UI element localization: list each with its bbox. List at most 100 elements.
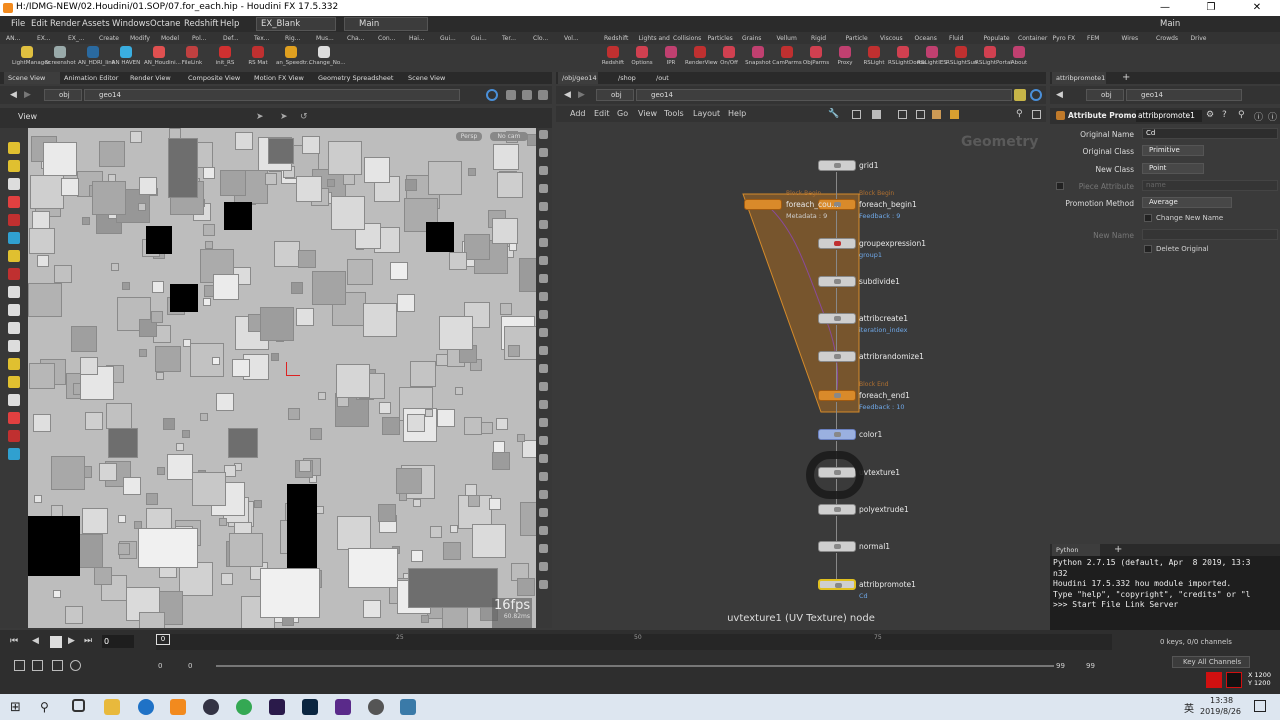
task-view-icon[interactable] <box>72 699 85 712</box>
node-subdivide1[interactable] <box>818 276 856 287</box>
frame-field[interactable]: 0 <box>102 635 134 648</box>
playhead[interactable]: 0 <box>156 634 170 645</box>
color-palette-icon[interactable] <box>932 110 941 119</box>
delete-original-checkbox[interactable] <box>1144 245 1152 253</box>
app-icon[interactable] <box>400 699 416 715</box>
viewport-tool-icon-2[interactable] <box>539 166 548 175</box>
shelf-tab-right-9[interactable]: Oceans <box>915 33 949 44</box>
shelf-tab-left-16[interactable]: Ter... <box>502 33 532 44</box>
snapshot-icon[interactable] <box>522 90 532 100</box>
jump-start-icon[interactable]: ⏮ <box>10 636 18 646</box>
net-settings-icon[interactable] <box>1032 110 1041 119</box>
select-arrow-icon[interactable]: ➤ <box>256 112 264 122</box>
tool-left-6[interactable]: init_RS <box>210 45 240 66</box>
new-class-select[interactable]: Point <box>1142 163 1204 174</box>
original-name-field[interactable]: Cd <box>1142 128 1278 139</box>
left-tool-icon-7[interactable] <box>8 268 20 280</box>
shelf-tab-left-14[interactable]: Gui... <box>440 33 470 44</box>
net-path-geo14[interactable]: geo14 <box>636 89 1012 101</box>
left-tab-2[interactable]: Render View <box>126 72 184 84</box>
photoshop-icon[interactable] <box>302 699 318 715</box>
promotion-method-select[interactable]: Average <box>1142 197 1232 208</box>
shelf-tab-left-1[interactable]: EX... <box>37 33 67 44</box>
viewport-tool-icon-10[interactable] <box>539 310 548 319</box>
viewport-tool-icon-14[interactable] <box>539 382 548 391</box>
viewport-tool-icon-9[interactable] <box>539 292 548 301</box>
menu-windows[interactable]: Windows <box>112 19 150 29</box>
left-tab-5[interactable]: Geometry Spreadsheet <box>314 72 404 84</box>
tool-left-4[interactable]: AN_Houdini... <box>144 45 181 66</box>
net-menu-help[interactable]: Help <box>728 109 746 118</box>
net-back-arrow-icon[interactable]: ◀ <box>564 90 571 100</box>
node-groupexpression1[interactable] <box>818 238 856 249</box>
realtime-icon[interactable] <box>14 660 25 671</box>
shelf-tab-left-5[interactable]: Model <box>161 33 191 44</box>
shelf-tab-right-7[interactable]: Particle Fl... <box>846 33 880 53</box>
left-tool-icon-2[interactable] <box>8 178 20 190</box>
search-parm-icon[interactable]: ⚲ <box>1238 110 1245 120</box>
jump-end-icon[interactable]: ⏭ <box>84 636 92 646</box>
shelf-tab-left-13[interactable]: Hai... <box>409 33 439 44</box>
node-color1[interactable] <box>818 429 856 440</box>
shelf-tab-right-15[interactable]: Wires <box>1122 33 1156 44</box>
net-tab-0[interactable]: /obj/geo14 <box>558 72 598 84</box>
viewport-tool-icon-3[interactable] <box>539 184 548 193</box>
maximize-button[interactable]: ❐ <box>1188 0 1234 16</box>
list-icon[interactable] <box>872 110 881 119</box>
file-explorer-icon[interactable] <box>104 699 120 715</box>
close-button[interactable]: ✕ <box>1234 0 1280 16</box>
add-tab-icon[interactable]: + <box>1122 72 1130 83</box>
help-book-icon[interactable]: ⓘ <box>1268 110 1277 123</box>
node-polyextrude1[interactable] <box>818 504 856 515</box>
tab-attribpromote1[interactable]: attribpromote1 <box>1052 72 1106 84</box>
viewport-tool-icon-6[interactable] <box>539 238 548 247</box>
tool-left-7[interactable]: RS Mat <box>243 45 273 66</box>
tool-right-6[interactable]: CamParms <box>772 45 802 66</box>
shelf-tab-right-13[interactable]: Pyro FX <box>1053 33 1087 44</box>
tool-right-1[interactable]: Options <box>627 45 657 66</box>
net-menu-add[interactable]: Add <box>570 109 586 118</box>
add-shell-tab-icon[interactable]: + <box>1114 544 1122 555</box>
shelf-tab-right-2[interactable]: Collisions <box>673 33 707 44</box>
node-radial-menu[interactable] <box>806 451 864 499</box>
start-frame-2[interactable]: 0 <box>188 662 192 670</box>
tool-right-7[interactable]: ObjParms <box>801 45 831 66</box>
stop-icon[interactable] <box>50 636 62 648</box>
play-icon[interactable]: ▶ <box>68 636 75 646</box>
shelf-tab-left-2[interactable]: EX_... <box>68 33 98 44</box>
end-frame[interactable]: 99 <box>1056 662 1065 670</box>
node-attribrandomize1[interactable] <box>818 351 856 362</box>
folder-icon[interactable] <box>950 110 959 119</box>
wrench-icon[interactable]: 🔧 <box>828 109 839 119</box>
viewport-tool-icon-11[interactable] <box>539 328 548 337</box>
main-desk-select[interactable]: Main <box>344 17 428 31</box>
node-foreach_end1[interactable] <box>818 390 856 401</box>
shelf-tab-left-6[interactable]: Pol... <box>192 33 222 44</box>
menu-edit[interactable]: Edit <box>31 19 47 29</box>
shelf-tab-right-17[interactable]: Drive Sim... <box>1191 33 1225 53</box>
select-arrow2-icon[interactable]: ➤ <box>280 112 288 122</box>
tool-right-2[interactable]: IPR <box>656 45 686 66</box>
shelf-tab-right-16[interactable]: Crowds <box>1156 33 1190 44</box>
viewport-tool-icon-17[interactable] <box>539 436 548 445</box>
minimize-button[interactable]: — <box>1142 0 1188 16</box>
shelf-tab-left-15[interactable]: Gui... <box>471 33 501 44</box>
left-tool-icon-16[interactable] <box>8 430 20 442</box>
network-editor[interactable]: Geometry <box>557 122 1045 630</box>
path-obj[interactable]: obj <box>44 89 82 101</box>
shelf-tab-right-4[interactable]: Grains <box>742 33 776 44</box>
tool-left-2[interactable]: AN_HDRI_link <box>78 45 115 66</box>
node-grid1[interactable] <box>818 160 856 171</box>
viewport-tool-icon-7[interactable] <box>539 256 548 265</box>
gear-icon[interactable]: ⚙ <box>1206 110 1214 120</box>
parm-path-obj[interactable]: obj <box>1086 89 1124 101</box>
shelf-tab-left-12[interactable]: Con... <box>378 33 408 44</box>
back-arrow-icon[interactable]: ◀ <box>10 90 17 100</box>
search-icon[interactable]: ⚲ <box>1016 109 1023 119</box>
shelf-tab-right-10[interactable]: Fluid Cont... <box>949 33 983 53</box>
tool-right-11[interactable]: RSLightIES <box>917 45 947 66</box>
net-pin-icon[interactable] <box>1014 89 1026 101</box>
node-normal1[interactable] <box>818 541 856 552</box>
houdini-taskbar-icon[interactable] <box>170 699 186 715</box>
menu-octane[interactable]: Octane <box>150 19 181 29</box>
